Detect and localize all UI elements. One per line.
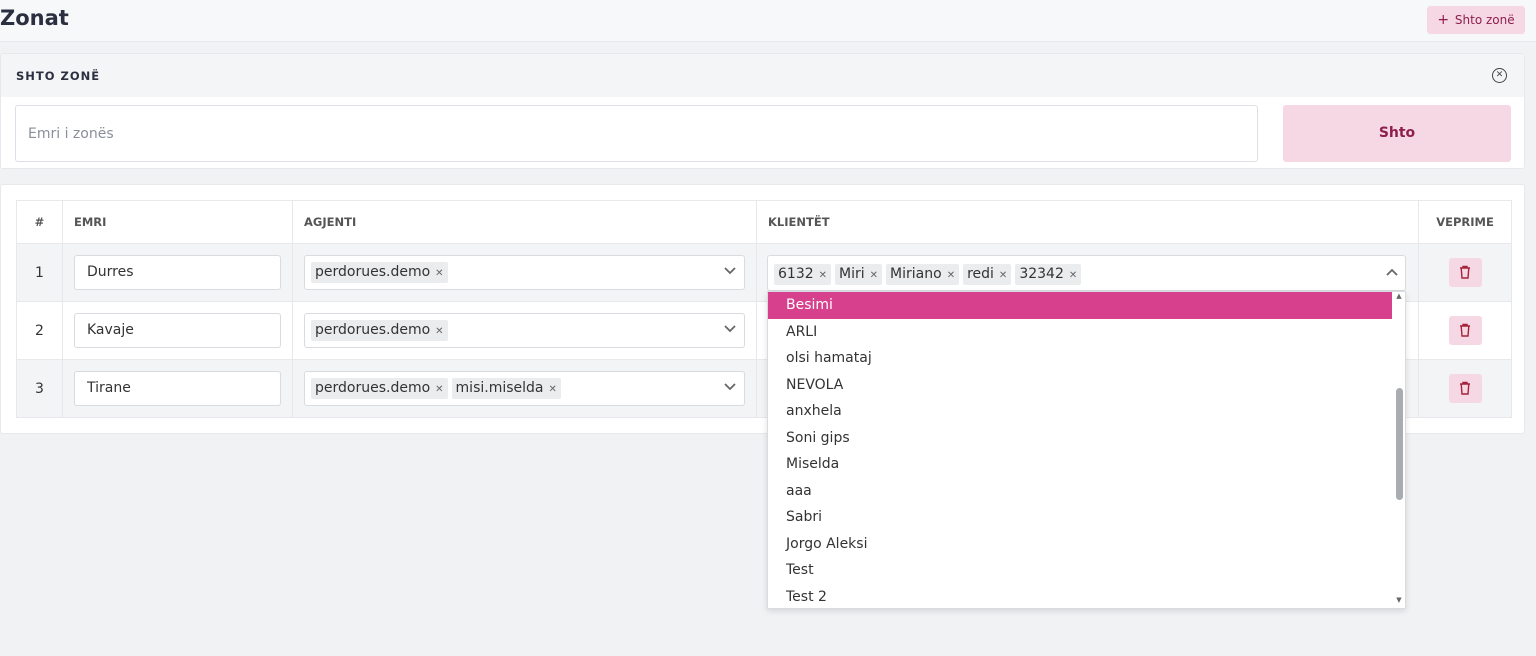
row-name-cell: Durres (62, 243, 293, 302)
row-number: 1 (16, 243, 63, 302)
remove-tag-icon[interactable]: ✕ (870, 270, 878, 281)
client-select[interactable]: 6132 ✕ Miri ✕ Miriano ✕ redi ✕ 32342 ✕ (767, 255, 1406, 291)
remove-tag-icon[interactable]: ✕ (819, 270, 827, 281)
agent-tag-label: perdorues.demo (315, 264, 431, 280)
row-name-cell: Tirane (62, 359, 293, 418)
client-option[interactable]: Test (768, 557, 1392, 584)
add-zone-submit-button[interactable]: Shto (1283, 105, 1511, 162)
add-zone-button[interactable]: + Shto zonë (1427, 6, 1525, 34)
row-agent-cell: perdorues.demo ✕ misi.miselda ✕ (292, 359, 757, 418)
agent-tag: misi.miselda ✕ (451, 378, 561, 399)
client-options-dropdown: Besimi ARLI olsi hamataj NEVOLA anxhela … (767, 291, 1406, 609)
row-actions-cell (1418, 359, 1512, 418)
column-header-clients: KLIENTËT (756, 200, 1419, 244)
agent-select[interactable]: perdorues.demo ✕ (304, 255, 745, 290)
plus-icon: + (1437, 12, 1450, 28)
scrollbar-thumb[interactable] (1396, 388, 1403, 500)
row-actions-cell (1418, 301, 1512, 360)
trash-icon (1460, 265, 1470, 279)
delete-button[interactable] (1448, 374, 1482, 403)
add-zone-card-title: SHTO ZONË (16, 69, 101, 83)
client-option[interactable]: Sabri (768, 504, 1392, 531)
agent-select[interactable]: perdorues.demo ✕ (304, 313, 745, 348)
remove-tag-icon[interactable]: ✕ (435, 384, 443, 395)
zone-name-field[interactable]: Kavaje (74, 313, 281, 348)
column-header-number: # (16, 200, 63, 244)
add-zone-button-label: Shto zonë (1454, 13, 1515, 27)
chevron-down-icon (724, 267, 736, 275)
client-option[interactable]: Jorgo Aleksi (768, 531, 1392, 558)
add-zone-card-header: SHTO ZONË ✕ (1, 54, 1524, 97)
scroll-down-arrow-icon[interactable]: ▼ (1393, 596, 1405, 606)
row-name-cell: Kavaje (62, 301, 293, 360)
column-header-agent: AGJENTI (292, 200, 757, 244)
agent-tag: perdorues.demo ✕ (311, 320, 448, 341)
client-option[interactable]: olsi hamataj (768, 345, 1392, 372)
agent-tag: perdorues.demo ✕ (311, 378, 448, 399)
remove-tag-icon[interactable]: ✕ (549, 384, 557, 395)
agent-tag-label: perdorues.demo (315, 380, 431, 396)
agent-tag-label: perdorues.demo (315, 322, 431, 338)
scroll-up-arrow-icon[interactable]: ▲ (1393, 292, 1405, 302)
trash-icon (1460, 381, 1470, 395)
client-tag: Miriano ✕ (886, 264, 960, 285)
close-circle-icon[interactable]: ✕ (1492, 68, 1507, 83)
row-agent-cell: perdorues.demo ✕ (292, 301, 757, 360)
client-option[interactable]: aaa (768, 478, 1392, 505)
agent-select[interactable]: perdorues.demo ✕ misi.miselda ✕ (304, 371, 745, 406)
column-header-name: EMRI (62, 200, 293, 244)
agent-tag: perdorues.demo ✕ (311, 262, 448, 283)
client-tag-label: Miri (839, 266, 865, 282)
agent-tag-label: misi.miselda (455, 380, 544, 396)
client-tag-label: redi (967, 266, 994, 282)
remove-tag-icon[interactable]: ✕ (435, 268, 443, 279)
client-tag: 6132 ✕ (774, 264, 832, 285)
client-option[interactable]: Miselda (768, 451, 1392, 478)
client-option[interactable]: NEVOLA (768, 372, 1392, 399)
remove-tag-icon[interactable]: ✕ (947, 270, 955, 281)
client-tag-label: 32342 (1019, 266, 1064, 282)
client-tag: Miri ✕ (835, 264, 883, 285)
zone-name-field[interactable]: Durres (74, 255, 281, 290)
zone-name-field[interactable]: Tirane (74, 371, 281, 406)
chevron-up-icon[interactable] (1385, 266, 1399, 280)
remove-tag-icon[interactable]: ✕ (999, 270, 1007, 281)
client-tag-label: 6132 (778, 266, 814, 282)
client-tag: 32342 ✕ (1015, 264, 1082, 285)
row-number: 3 (16, 359, 63, 418)
top-bar: Zonat + Shto zonë (0, 0, 1536, 42)
remove-tag-icon[interactable]: ✕ (1069, 270, 1077, 281)
client-tag: redi ✕ (963, 264, 1012, 285)
row-actions-cell (1418, 243, 1512, 302)
client-option[interactable]: Soni gips (768, 425, 1392, 452)
chevron-down-icon (724, 325, 736, 333)
client-option[interactable]: Test 2 (768, 584, 1392, 608)
client-option[interactable]: ARLI (768, 319, 1392, 346)
column-header-actions: VEPRIME (1418, 200, 1512, 244)
table-header-row: # EMRI AGJENTI KLIENTËT VEPRIME (16, 200, 1512, 244)
remove-tag-icon[interactable]: ✕ (435, 326, 443, 337)
zone-name-input[interactable] (15, 105, 1258, 162)
row-agent-cell: perdorues.demo ✕ (292, 243, 757, 302)
client-tag-label: Miriano (890, 266, 942, 282)
row-number: 2 (16, 301, 63, 360)
chevron-down-icon (724, 383, 736, 391)
delete-button[interactable] (1448, 258, 1482, 287)
page-title: Zonat (0, 6, 69, 30)
trash-icon (1460, 323, 1470, 337)
add-zone-card: SHTO ZONË ✕ Shto (0, 53, 1525, 169)
delete-button[interactable] (1448, 316, 1482, 345)
client-option[interactable]: anxhela (768, 398, 1392, 425)
client-option[interactable]: Besimi (768, 292, 1392, 319)
